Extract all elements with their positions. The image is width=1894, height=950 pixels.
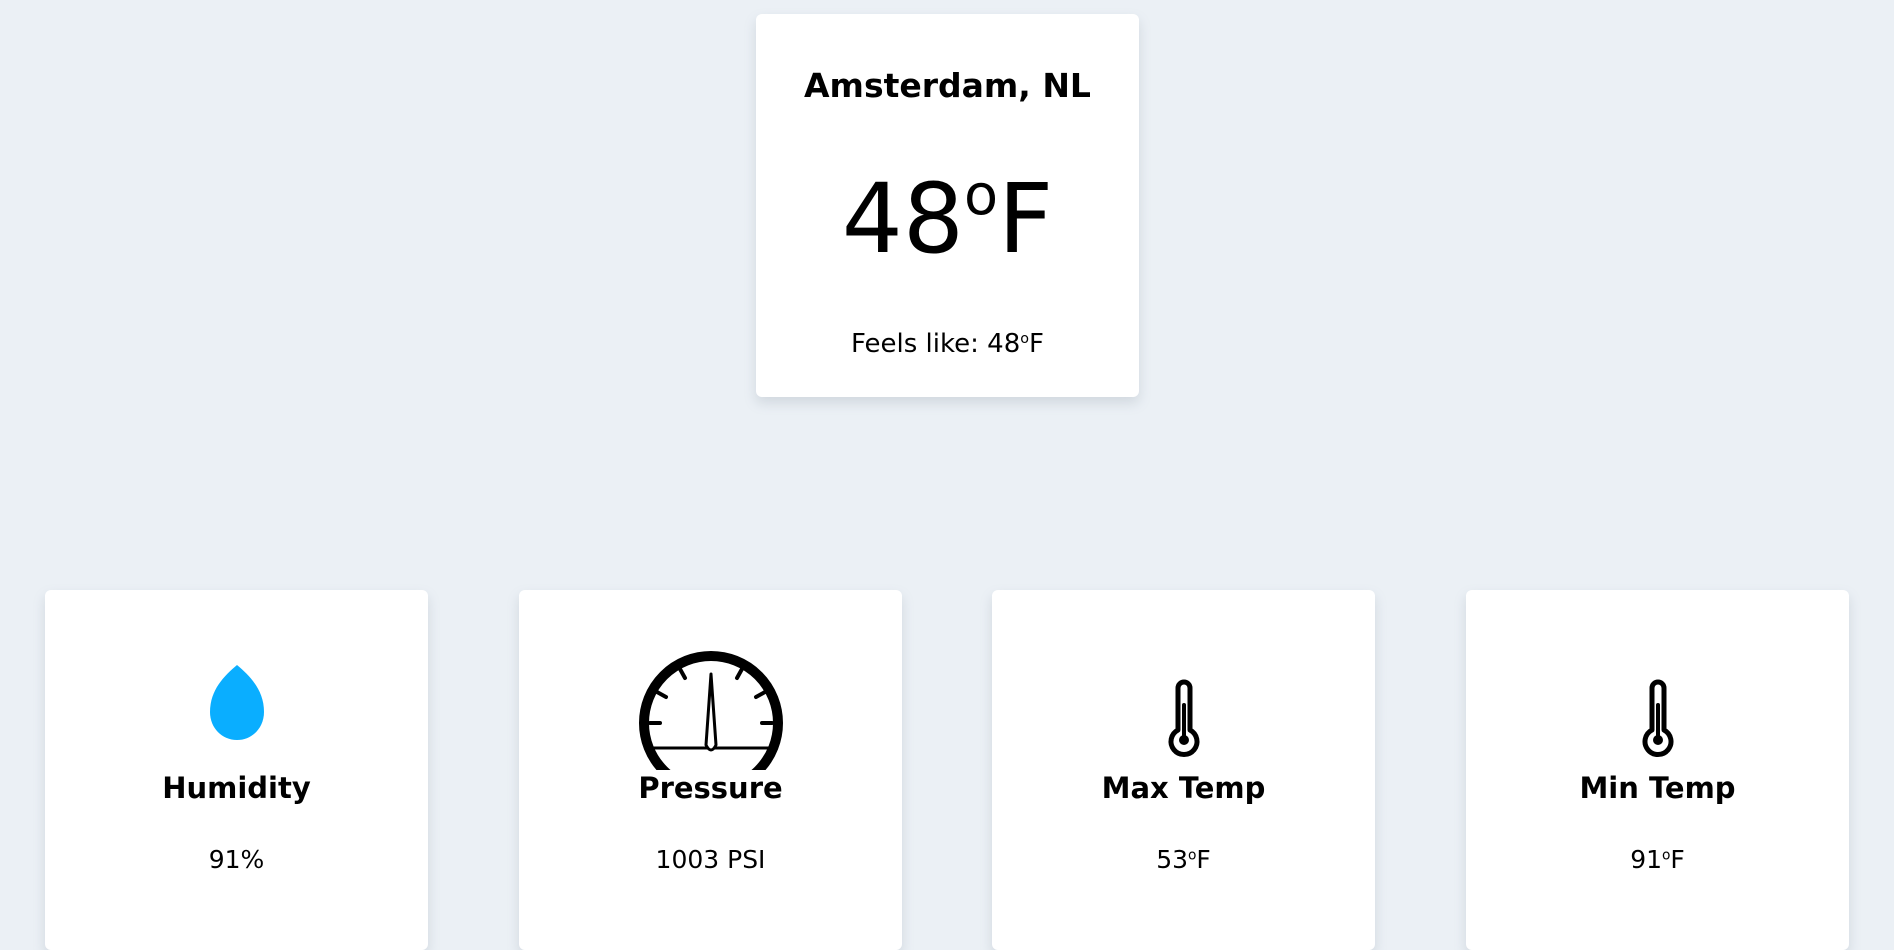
current-weather-card: Amsterdam, NL 48oF Feels like: 48oF: [756, 14, 1139, 397]
min-temp-card: Min Temp 91oF: [1466, 590, 1849, 950]
humidity-value: 91%: [208, 845, 265, 874]
thermometer-icon: [1583, 620, 1733, 770]
feels-like: Feels like: 48oF: [756, 328, 1139, 360]
min-temp-number: 91: [1630, 845, 1662, 874]
feels-like-value: 48: [987, 329, 1021, 359]
thermometer-icon: [1109, 620, 1259, 770]
min-temp-value: 91oF: [1466, 844, 1849, 876]
max-temp-card: Max Temp 53oF: [992, 590, 1375, 950]
water-drop-icon: [162, 620, 312, 770]
min-temp-unit: F: [1670, 845, 1685, 874]
gauge-icon: [636, 620, 786, 770]
location-title: Amsterdam, NL: [804, 66, 1091, 105]
temperature-unit: F: [998, 163, 1054, 275]
feels-like-label: Feels like:: [851, 329, 988, 359]
humidity-label: Humidity: [162, 771, 311, 805]
degree-symbol: o: [1020, 331, 1030, 348]
pressure-card: Pressure 1003 PSI: [519, 590, 902, 950]
min-temp-label: Min Temp: [1579, 771, 1736, 805]
max-temp-value: 53oF: [992, 844, 1375, 876]
temperature-value: 48: [841, 163, 964, 275]
max-temp-label: Max Temp: [1101, 771, 1266, 805]
max-temp-number: 53: [1156, 845, 1188, 874]
degree-symbol: o: [963, 163, 998, 229]
max-temp-unit: F: [1196, 845, 1211, 874]
feels-like-unit: F: [1029, 329, 1044, 359]
current-temperature: 48oF: [756, 164, 1139, 274]
pressure-value: 1003 PSI: [655, 845, 766, 874]
pressure-label: Pressure: [638, 771, 783, 805]
humidity-card: Humidity 91%: [45, 590, 428, 950]
